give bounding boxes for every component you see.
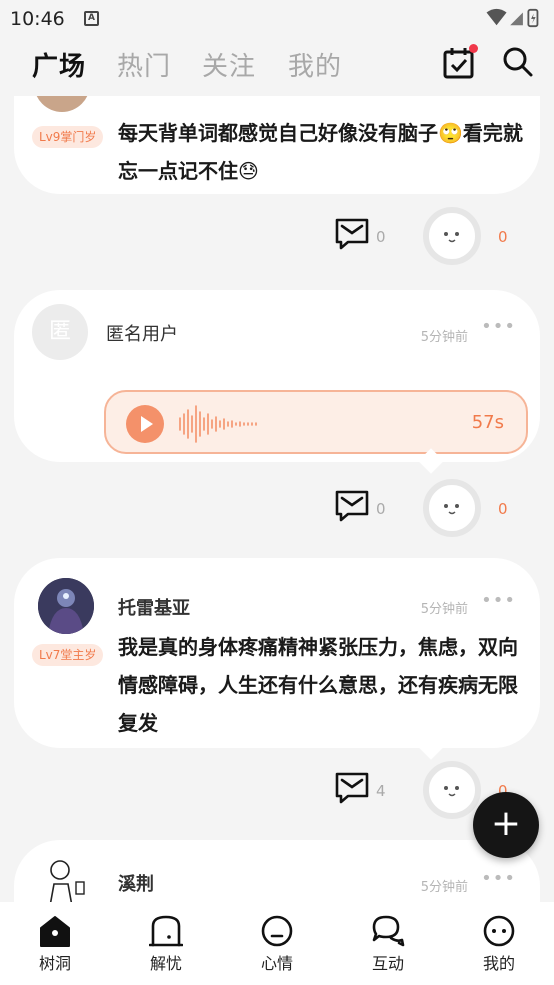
username[interactable]: 托雷基亚 xyxy=(118,594,190,620)
hug-face-icon[interactable] xyxy=(422,206,482,266)
search-button[interactable] xyxy=(502,46,534,78)
hug-count: 0 xyxy=(498,500,508,518)
comment-icon[interactable] xyxy=(334,770,370,804)
comment-icon[interactable] xyxy=(334,216,370,250)
post-text[interactable]: 每天背单词都感觉自己好像没有脑子🙄看完就忘一点记不住😓 xyxy=(118,114,528,190)
bottom-nav-interaction[interactable]: 互动 xyxy=(333,902,443,985)
bottom-nav-label: 我的 xyxy=(482,954,515,973)
bottom-navigation: 树洞 解忧 心情 互动 我的 xyxy=(0,902,554,985)
comment-count: 0 xyxy=(376,228,386,246)
signal-icon xyxy=(510,12,523,26)
comment-count: 4 xyxy=(376,782,386,800)
post-time: 5分钟前 xyxy=(420,880,468,895)
notification-app-icon: A xyxy=(84,11,99,26)
profile-face-icon xyxy=(483,915,515,947)
level-badge: Lv7堂主岁 xyxy=(32,644,104,666)
wifi-icon xyxy=(486,8,507,26)
create-post-button[interactable]: + xyxy=(473,792,539,858)
system-status-icons xyxy=(486,8,539,28)
status-bar: 10:46 A xyxy=(0,0,554,38)
chat-bubbles-icon xyxy=(372,915,405,947)
bottom-nav-tree-hole[interactable]: 树洞 xyxy=(0,902,110,985)
play-icon xyxy=(141,416,153,432)
top-navigation: 广场 热门 关注 我的 xyxy=(0,38,554,96)
post-actions: 4 0 xyxy=(0,760,554,824)
level-badge: Lv9掌门岁 xyxy=(32,126,104,148)
tab-hot[interactable]: 热门 xyxy=(117,46,171,83)
mood-face-icon xyxy=(261,915,293,947)
post-card[interactable]: 溪荆 5分钟前 ••• xyxy=(14,840,540,902)
check-in-calendar-button[interactable] xyxy=(442,44,478,80)
bottom-nav-mood[interactable]: 心情 xyxy=(222,902,332,985)
comment-icon[interactable] xyxy=(334,488,370,522)
avatar-image xyxy=(49,860,85,902)
voice-message[interactable]: 57s xyxy=(104,390,528,454)
tab-square[interactable]: 广场 xyxy=(32,46,86,83)
voice-duration: 57s xyxy=(471,412,504,433)
waveform-icon xyxy=(179,405,257,443)
play-button[interactable] xyxy=(126,405,164,443)
more-options-button[interactable]: ••• xyxy=(481,316,516,337)
status-time: 10:46 xyxy=(10,8,65,30)
post-text[interactable]: 我是真的身体疼痛精神紧张压力，焦虑，双向情感障碍，人生还有什么意思，还有疾病无限… xyxy=(118,628,528,742)
user-avatar[interactable] xyxy=(38,854,94,902)
hug-count: 0 xyxy=(498,228,508,246)
avatar-image xyxy=(38,578,94,634)
comment-count: 0 xyxy=(376,500,386,518)
notification-dot xyxy=(469,44,478,53)
username[interactable]: 匿名用户 xyxy=(106,320,178,346)
tree-hole-icon xyxy=(40,916,70,947)
tab-following[interactable]: 关注 xyxy=(202,46,256,83)
tab-mine[interactable]: 我的 xyxy=(288,46,342,83)
post-actions: 0 0 xyxy=(0,206,554,270)
user-avatar[interactable] xyxy=(34,96,90,112)
more-options-button[interactable]: ••• xyxy=(481,590,516,611)
bottom-nav-profile[interactable]: 我的 xyxy=(444,902,554,985)
door-icon xyxy=(149,915,183,947)
plus-icon: + xyxy=(490,803,522,844)
post-card[interactable]: Lv9掌门岁 每天背单词都感觉自己好像没有脑子🙄看完就忘一点记不住😓 xyxy=(14,96,540,194)
post-card[interactable]: Lv7堂主岁 托雷基亚 5分钟前 ••• 我是真的身体疼痛精神紧张压力，焦虑，双… xyxy=(14,558,540,748)
post-actions: 0 0 xyxy=(0,478,554,542)
bottom-nav-label: 互动 xyxy=(371,954,404,973)
anonymous-avatar[interactable]: 匿 xyxy=(32,304,88,360)
post-time: 5分钟前 xyxy=(420,330,468,345)
more-options-button[interactable]: ••• xyxy=(481,868,516,889)
hug-face-icon[interactable] xyxy=(422,478,482,538)
post-feed[interactable]: Lv9掌门岁 每天背单词都感觉自己好像没有脑子🙄看完就忘一点记不住😓 0 0 匿… xyxy=(0,96,554,902)
bottom-nav-label: 树洞 xyxy=(38,954,71,973)
bottom-nav-label: 解忧 xyxy=(149,954,182,973)
username[interactable]: 溪荆 xyxy=(118,870,154,896)
bottom-nav-relief[interactable]: 解忧 xyxy=(111,902,221,985)
post-time: 5分钟前 xyxy=(420,602,468,617)
search-icon xyxy=(503,47,533,77)
user-avatar[interactable] xyxy=(38,578,94,634)
bottom-nav-label: 心情 xyxy=(260,954,293,973)
post-card[interactable]: 匿 匿名用户 5分钟前 ••• 57s xyxy=(14,290,540,462)
